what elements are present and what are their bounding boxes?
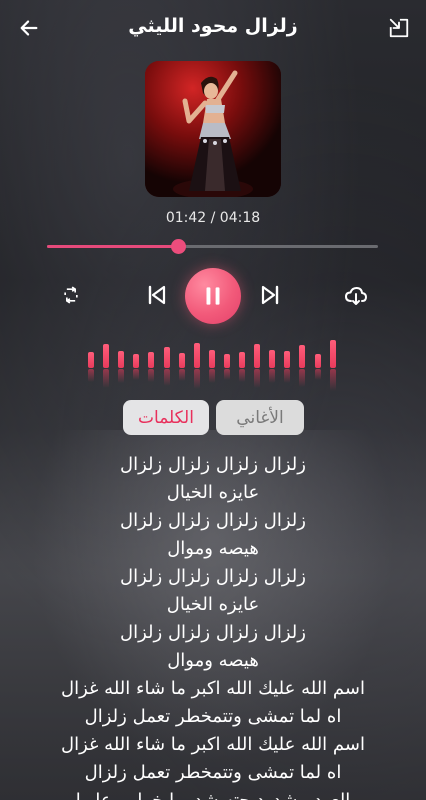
equalizer-bar-reflection (208, 369, 215, 383)
equalizer-bar (88, 352, 94, 368)
lyric-line: اسم الله عليك الله اكبر ما شاء الله غزال (61, 734, 365, 755)
tab-songs[interactable]: الأغاني (216, 400, 304, 435)
equalizer-bar (239, 352, 245, 368)
equalizer-bar-reflection (284, 369, 291, 383)
equalizer-bar (148, 352, 155, 368)
player-controls (0, 266, 426, 326)
equalizer-bar-reflection (148, 369, 155, 382)
equalizer-bar-reflection (269, 369, 276, 383)
lyric-line: زلزال زلزال زلزال زلزال (120, 454, 306, 475)
progress-fill (47, 245, 178, 248)
lyrics-panel: زلزال زلزال زلزال زلزال عايزه الخيال زلز… (0, 451, 426, 800)
lyric-line: هيصه وموال (167, 650, 259, 671)
lyric-line: هيصه وموال (167, 538, 259, 559)
cloud-download-icon (345, 287, 367, 305)
equalizer-bar-reflection (178, 369, 185, 381)
lyric-line: عايزه الخيال (166, 482, 260, 503)
equalizer-bar-reflection (118, 369, 125, 383)
equalizer-bar-reflection (133, 369, 140, 380)
dancer-image (145, 61, 281, 197)
equalizer-bar-reflection (103, 369, 110, 388)
progress-slider[interactable] (47, 239, 378, 255)
equalizer-bar-reflection (223, 369, 230, 380)
skip-previous-icon (148, 285, 166, 305)
lyric-line: العود مشدود حته شدو يا خرابي عليها (0, 787, 426, 800)
equalizer-bar-reflection (299, 369, 306, 387)
equalizer-bar (254, 344, 261, 368)
equalizer-bar (118, 351, 125, 368)
repeat-icon (64, 286, 78, 304)
download-button[interactable] (341, 280, 371, 310)
song-title: زلزال محود الليثي (128, 15, 298, 37)
equalizer-bar-reflection (239, 369, 245, 382)
equalizer-bar-reflection (163, 369, 170, 386)
lyric-line: اه لما تمشى وتتمخطر تعمل زلزال (84, 706, 342, 727)
lyric-line: زلزال زلزال زلزال زلزال (120, 510, 306, 531)
time-display: 01:42 / 04:18 (165, 210, 261, 226)
pause-icon (206, 287, 220, 305)
share-button[interactable] (384, 14, 414, 42)
equalizer-bar (269, 350, 276, 368)
equalizer-bar-reflection (88, 369, 94, 382)
share-icon (389, 18, 409, 38)
equalizer-bar (329, 340, 336, 368)
progress-thumb[interactable] (170, 239, 186, 254)
lyric-line: عايزه الخيال (166, 594, 260, 615)
equalizer-bar-reflection (254, 369, 261, 388)
equalizer-bar (133, 354, 140, 368)
equalizer-bar (299, 345, 306, 368)
equalizer-bar (284, 351, 291, 368)
previous-button[interactable] (142, 280, 172, 310)
equalizer-bar (163, 347, 170, 368)
lyric-line: اه لما تمشى وتتمخطر تعمل زلزال (84, 762, 342, 783)
equalizer-bar (208, 350, 215, 368)
repeat-button[interactable] (58, 282, 84, 308)
lyric-line: زلزال زلزال زلزال زلزال (120, 566, 306, 587)
equalizer-bar (178, 353, 185, 368)
lyric-line: اسم الله عليك الله اكبر ما شاء الله غزال (61, 678, 365, 699)
next-button[interactable] (255, 280, 285, 310)
header: زلزال محود الليثي (0, 0, 426, 56)
equalizer-bar (103, 344, 110, 368)
album-cover (145, 61, 281, 197)
equalizer-bar-reflection (329, 369, 336, 391)
equalizer-bar (314, 354, 321, 368)
tab-lyrics[interactable]: الكلمات (123, 400, 209, 435)
equalizer-bar (223, 354, 230, 368)
pause-button[interactable] (185, 268, 241, 324)
equalizer-visualizer (88, 336, 340, 396)
tab-bar: الأغاني الكلمات (0, 400, 426, 436)
equalizer-bar (193, 343, 200, 368)
lyric-line: زلزال زلزال زلزال زلزال (120, 622, 306, 643)
equalizer-bar-reflection (314, 369, 321, 380)
skip-next-icon (261, 285, 279, 305)
equalizer-bar-reflection (193, 369, 200, 389)
